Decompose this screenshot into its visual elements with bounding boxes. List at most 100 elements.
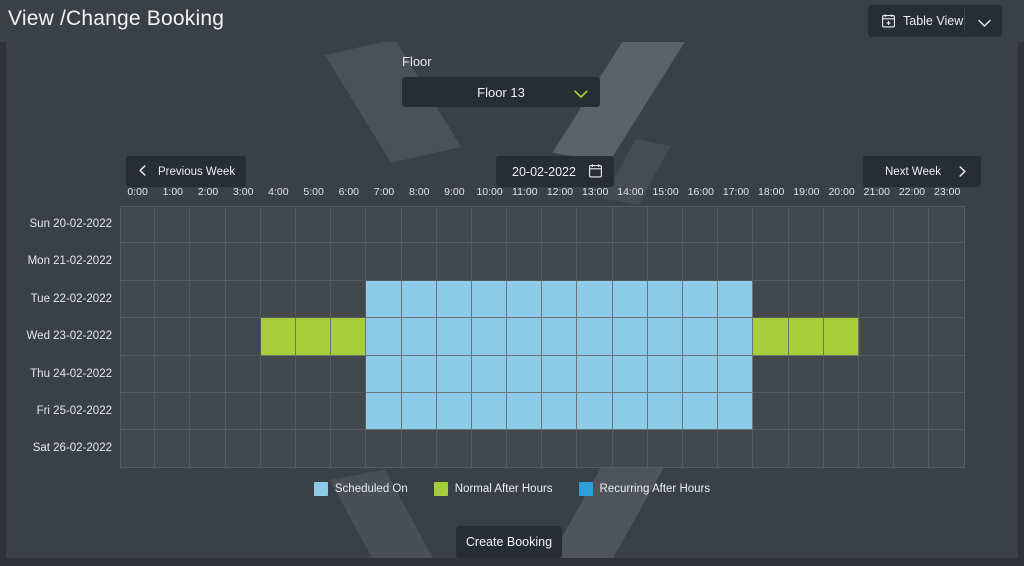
calendar-cell-scheduled[interactable]: [366, 392, 402, 431]
calendar-cell-empty[interactable]: [788, 430, 824, 468]
calendar-cell-empty[interactable]: [823, 355, 859, 393]
calendar-cell-empty[interactable]: [120, 243, 156, 281]
calendar-cell-empty[interactable]: [647, 430, 683, 468]
calendar-cell-empty[interactable]: [225, 318, 261, 356]
calendar-cell-empty[interactable]: [401, 430, 437, 468]
calendar-cell-empty[interactable]: [823, 280, 859, 319]
calendar-cell-scheduled[interactable]: [366, 355, 402, 393]
calendar-cell-empty[interactable]: [788, 243, 824, 281]
calendar-cell-empty[interactable]: [225, 430, 261, 468]
calendar-cell-empty[interactable]: [683, 430, 719, 468]
calendar-cell-scheduled[interactable]: [647, 392, 683, 431]
calendar-cell-empty[interactable]: [929, 206, 965, 244]
calendar-cell-scheduled[interactable]: [577, 280, 613, 319]
calendar-cell-empty[interactable]: [120, 430, 156, 468]
calendar-cell-empty[interactable]: [366, 243, 402, 281]
calendar-cell-empty[interactable]: [225, 243, 261, 281]
calendar-cell-empty[interactable]: [788, 355, 824, 393]
calendar-cell-scheduled[interactable]: [507, 318, 543, 356]
calendar-cell-empty[interactable]: [190, 430, 226, 468]
calendar-cell-empty[interactable]: [155, 243, 191, 281]
calendar-cell-empty[interactable]: [823, 206, 859, 244]
calendar-cell-empty[interactable]: [507, 243, 543, 281]
calendar-cell-empty[interactable]: [295, 280, 332, 319]
calendar-cell-scheduled[interactable]: [647, 318, 683, 356]
calendar-cell-scheduled[interactable]: [683, 392, 719, 431]
calendar-cell-empty[interactable]: [823, 243, 859, 281]
create-booking-button[interactable]: Create Booking: [456, 526, 562, 558]
calendar-cell-empty[interactable]: [155, 392, 191, 431]
calendar-cell-scheduled[interactable]: [401, 355, 437, 393]
calendar-cell-empty[interactable]: [295, 392, 332, 431]
calendar-cell-empty[interactable]: [858, 392, 895, 431]
calendar-cell-scheduled[interactable]: [612, 355, 648, 393]
calendar-cell-empty[interactable]: [612, 206, 648, 244]
calendar-cell-scheduled[interactable]: [366, 318, 402, 356]
calendar-cell-empty[interactable]: [507, 206, 543, 244]
calendar-cell-empty[interactable]: [612, 243, 648, 281]
calendar-cell-empty[interactable]: [260, 392, 296, 431]
calendar-cell-scheduled[interactable]: [542, 392, 578, 431]
calendar-cell-empty[interactable]: [894, 392, 930, 431]
calendar-cell-empty[interactable]: [366, 430, 402, 468]
calendar-cell-empty[interactable]: [929, 355, 965, 393]
calendar-cell-empty[interactable]: [894, 318, 930, 356]
calendar-cell-empty[interactable]: [718, 243, 754, 281]
calendar-cell-empty[interactable]: [858, 280, 895, 319]
calendar-cell-empty[interactable]: [331, 355, 367, 393]
calendar-cell-scheduled[interactable]: [507, 355, 543, 393]
calendar-cell-scheduled[interactable]: [577, 392, 613, 431]
calendar-cell-empty[interactable]: [753, 243, 789, 281]
calendar-cell-empty[interactable]: [858, 355, 895, 393]
calendar-cell-scheduled[interactable]: [436, 355, 472, 393]
calendar-cell-empty[interactable]: [788, 280, 824, 319]
calendar-cell-empty[interactable]: [858, 206, 895, 244]
calendar-cell-empty[interactable]: [295, 355, 332, 393]
calendar-cell-scheduled[interactable]: [577, 355, 613, 393]
calendar-cell-empty[interactable]: [753, 355, 789, 393]
calendar-cell-scheduled[interactable]: [436, 280, 472, 319]
calendar-cell-scheduled[interactable]: [683, 280, 719, 319]
calendar-cell-empty[interactable]: [260, 206, 296, 244]
table-view-button[interactable]: Table View: [868, 5, 1002, 37]
calendar-cell-empty[interactable]: [929, 280, 965, 319]
calendar-cell-scheduled[interactable]: [436, 318, 472, 356]
calendar-cell-empty[interactable]: [436, 206, 472, 244]
calendar-cell-scheduled[interactable]: [471, 355, 508, 393]
date-input[interactable]: 20-02-2022: [496, 156, 614, 187]
calendar-cell-scheduled[interactable]: [542, 318, 578, 356]
calendar-cell-empty[interactable]: [577, 206, 613, 244]
calendar-cell-scheduled[interactable]: [471, 280, 508, 319]
calendar-cell-empty[interactable]: [471, 206, 508, 244]
calendar-cell-empty[interactable]: [401, 243, 437, 281]
calendar-cell-scheduled[interactable]: [683, 318, 719, 356]
calendar-cell-empty[interactable]: [929, 430, 965, 468]
calendar-cell-empty[interactable]: [858, 318, 895, 356]
calendar-cell-empty[interactable]: [225, 206, 261, 244]
calendar-cell-empty[interactable]: [436, 430, 472, 468]
calendar-cell-empty[interactable]: [929, 243, 965, 281]
calendar-cell-normal[interactable]: [331, 318, 367, 356]
calendar-cell-scheduled[interactable]: [612, 318, 648, 356]
calendar-cell-empty[interactable]: [366, 206, 402, 244]
calendar-cell-scheduled[interactable]: [471, 318, 508, 356]
calendar-cell-empty[interactable]: [823, 430, 859, 468]
calendar-cell-scheduled[interactable]: [683, 355, 719, 393]
calendar-cell-empty[interactable]: [683, 243, 719, 281]
calendar-cell-empty[interactable]: [155, 318, 191, 356]
previous-week-button[interactable]: Previous Week: [126, 156, 246, 187]
calendar-cell-scheduled[interactable]: [507, 392, 543, 431]
calendar-cell-empty[interactable]: [225, 355, 261, 393]
calendar-cell-scheduled[interactable]: [542, 355, 578, 393]
calendar-cell-empty[interactable]: [225, 280, 261, 319]
calendar-cell-empty[interactable]: [894, 355, 930, 393]
calendar-cell-scheduled[interactable]: [507, 280, 543, 319]
calendar-cell-empty[interactable]: [155, 206, 191, 244]
calendar-cell-scheduled[interactable]: [401, 392, 437, 431]
calendar-cell-empty[interactable]: [120, 280, 156, 319]
calendar-cell-empty[interactable]: [155, 280, 191, 319]
calendar-cell-empty[interactable]: [295, 206, 332, 244]
calendar-cell-empty[interactable]: [260, 243, 296, 281]
calendar-cell-empty[interactable]: [577, 243, 613, 281]
calendar-cell-empty[interactable]: [929, 318, 965, 356]
